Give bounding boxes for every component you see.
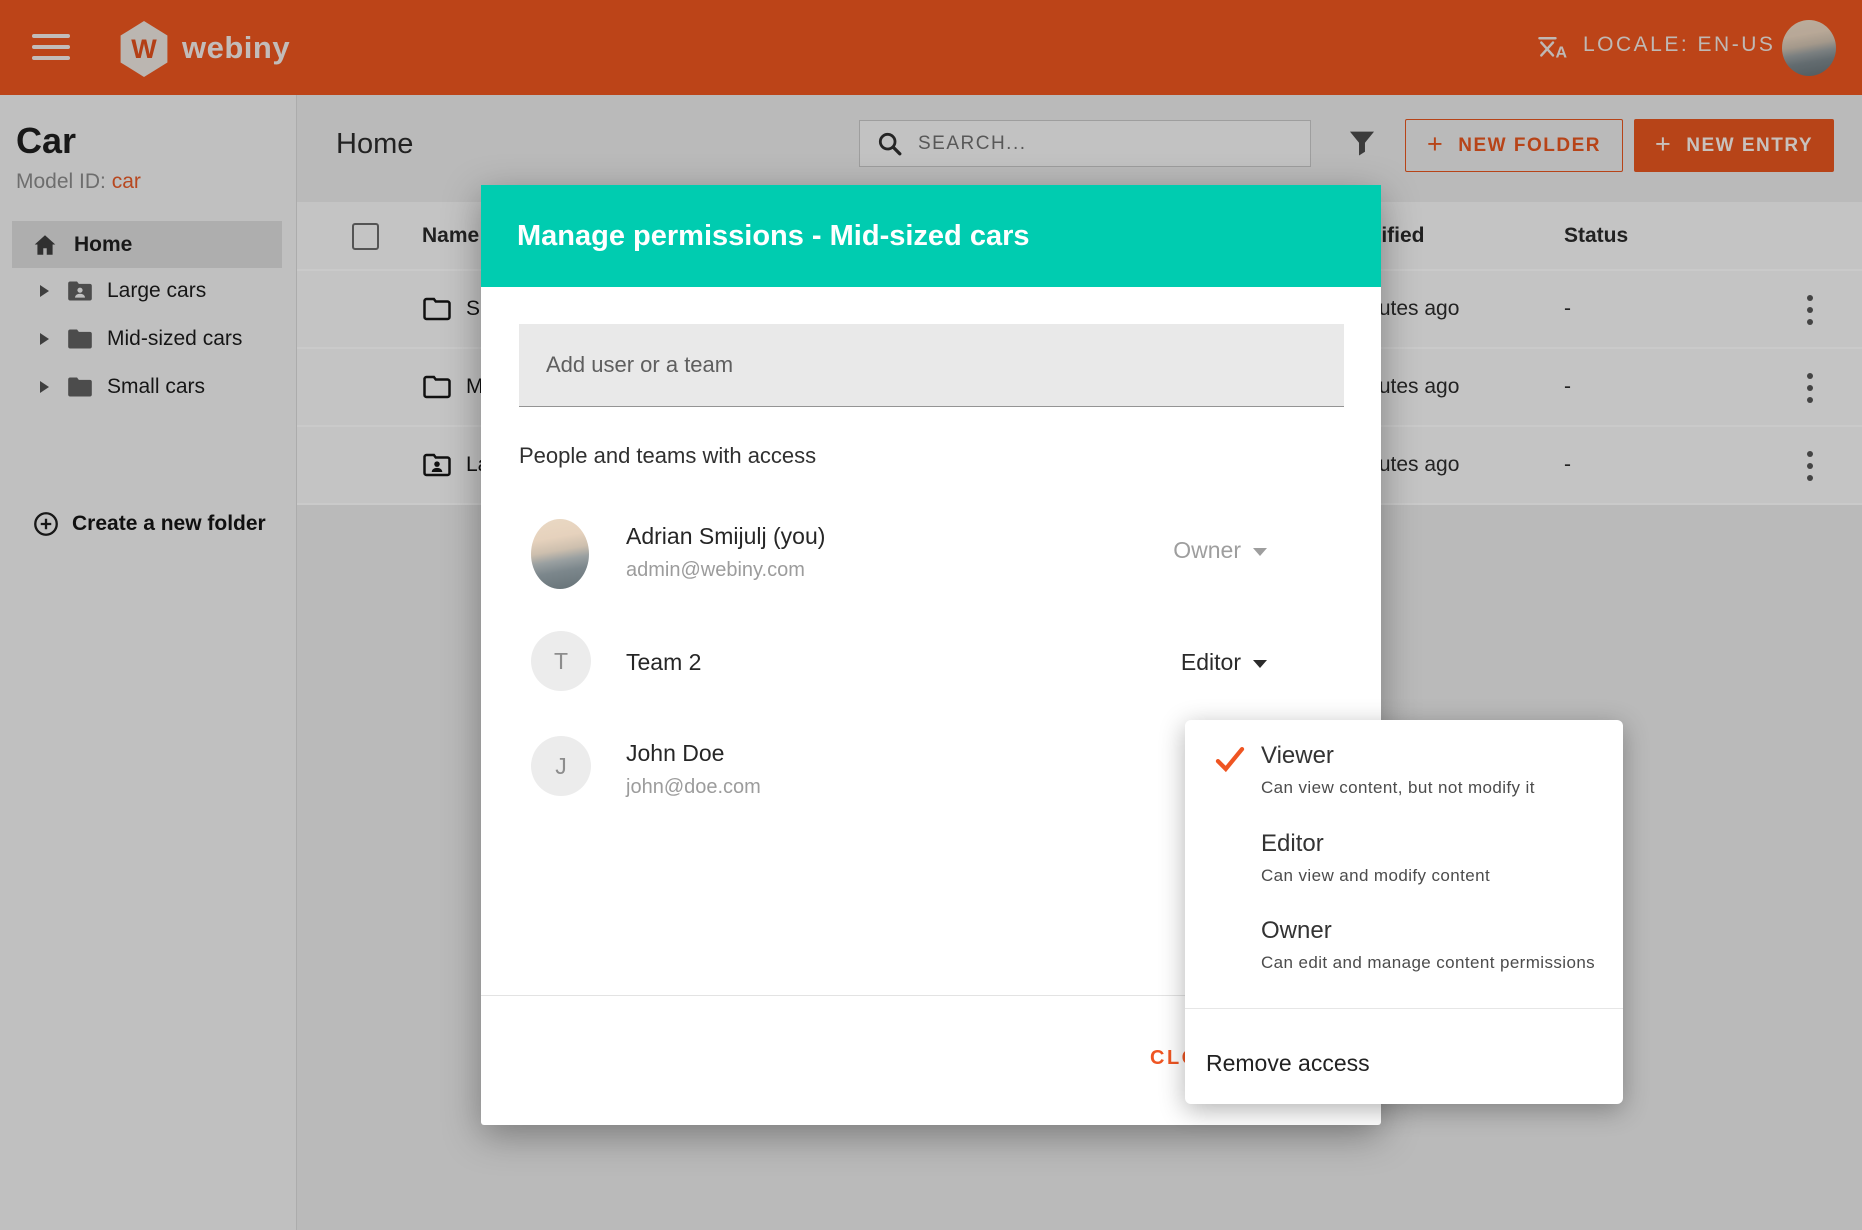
role-menu: Viewer Can view content, but not modify …: [1185, 720, 1623, 1104]
check-icon: [1213, 742, 1247, 776]
remove-access-button[interactable]: Remove access: [1206, 1038, 1606, 1088]
app-root: W webiny A LOCALE: EN-US Car Model ID: c…: [0, 0, 1862, 1230]
role-option-description: Can view content, but not modify it: [1261, 778, 1535, 798]
add-user-or-team-input[interactable]: [519, 324, 1344, 407]
member-name: Team 2: [626, 649, 701, 676]
dialog-header: Manage permissions - Mid-sized cars: [481, 185, 1381, 287]
role-option-label: Owner: [1261, 917, 1332, 945]
role-option-label: Viewer: [1261, 742, 1334, 770]
member-name: Adrian Smijulj (you): [626, 523, 825, 550]
dialog-title: Manage permissions - Mid-sized cars: [517, 220, 1029, 253]
role-option-description: Can edit and manage content permissions: [1261, 953, 1595, 973]
member-role-select[interactable]: Owner: [1173, 537, 1267, 564]
chevron-down-icon: [1253, 660, 1267, 668]
menu-divider: [1185, 1008, 1623, 1009]
role-option-label: Editor: [1261, 830, 1324, 858]
member-role-select[interactable]: Editor: [1181, 649, 1267, 676]
role-option-description: Can view and modify content: [1261, 866, 1490, 886]
member-row: T Team 2 Editor: [531, 631, 1331, 691]
member-email: john@doe.com: [626, 776, 761, 799]
member-email: admin@webiny.com: [626, 559, 805, 582]
member-avatar: T: [531, 631, 591, 691]
member-role-value: Editor: [1181, 649, 1241, 676]
access-section-label: People and teams with access: [519, 443, 816, 469]
member-avatar: [531, 519, 589, 589]
member-role-value: Owner: [1173, 537, 1241, 564]
chevron-down-icon: [1253, 548, 1267, 556]
member-name: John Doe: [626, 740, 724, 767]
member-avatar: J: [531, 736, 591, 796]
